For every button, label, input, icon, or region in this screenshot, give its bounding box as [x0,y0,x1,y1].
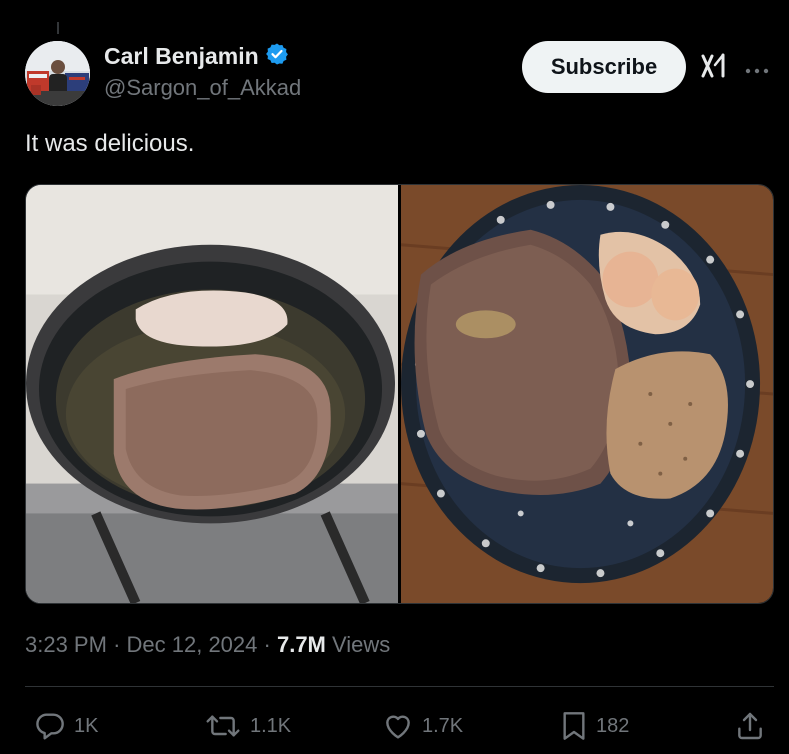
reply-icon [36,713,64,740]
reply-button[interactable]: 1K [34,708,98,744]
share-button[interactable] [734,708,766,744]
media-grid [25,184,774,604]
tweet-date[interactable]: Dec 12, 2024 [127,632,258,657]
views-label: Views [332,632,391,657]
avatar[interactable] [25,41,90,106]
tweet-time[interactable]: 3:23 PM [25,632,107,657]
views-count: 7.7M [276,632,326,657]
subscribe-button[interactable]: Subscribe [522,41,686,93]
meta-separator: · [263,632,271,657]
repost-count: 1.1K [250,714,292,737]
bookmark-button[interactable]: 182 [560,708,629,744]
share-icon [738,712,762,740]
media-photo-plate[interactable] [401,185,773,603]
grok-icon[interactable] [700,53,728,84]
heart-icon [386,715,410,739]
tweet-detail: Carl Benjamin @Sargon_of_Akkad Subscribe… [0,0,789,754]
author-display-name[interactable]: Carl Benjamin [104,43,259,70]
author-handle[interactable]: @Sargon_of_Akkad [104,75,301,101]
like-count: 1.7K [422,714,464,737]
tweet-meta: 3:23 PM · Dec 12, 2024 · 7.7M Views [25,630,390,660]
bookmark-icon [563,712,585,740]
like-button[interactable]: 1.7K [382,708,463,744]
repost-icon [206,715,240,737]
meta-separator: · [113,632,121,657]
tweet-text: It was delicious. [25,130,195,157]
media-photo-pan[interactable] [26,185,398,603]
reply-count: 1K [74,714,99,737]
thread-connector-line [57,22,59,34]
verified-badge-icon [265,42,289,71]
divider [25,686,774,687]
more-options-icon[interactable] [745,62,769,80]
author-name-row[interactable]: Carl Benjamin [104,42,289,71]
repost-button[interactable]: 1.1K [204,708,291,744]
bookmark-count: 182 [596,714,630,737]
